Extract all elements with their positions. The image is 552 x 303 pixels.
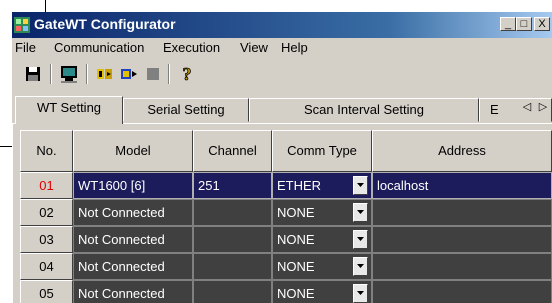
column-header-address[interactable]: Address <box>372 130 552 172</box>
connect-icon[interactable] <box>58 63 80 85</box>
annotation-leader-left <box>0 146 12 147</box>
comm-type-select[interactable]: NONE <box>272 226 372 253</box>
address-cell[interactable] <box>372 280 552 303</box>
toolbar-separator <box>86 64 88 84</box>
close-button[interactable]: X <box>534 17 550 31</box>
comm-type-value: NONE <box>277 205 315 220</box>
toolbar-separator <box>168 64 170 84</box>
comm-type-select[interactable]: NONE <box>272 199 372 226</box>
row-number[interactable]: 03 <box>20 226 73 253</box>
dropdown-button[interactable] <box>353 203 368 222</box>
chevron-down-icon <box>357 291 364 295</box>
dropdown-button[interactable] <box>353 257 368 276</box>
model-cell[interactable]: Not Connected <box>73 226 193 253</box>
chevron-down-icon <box>357 264 364 268</box>
row-number[interactable]: 05 <box>20 280 73 303</box>
chevron-down-icon <box>357 183 364 187</box>
tab-scroll-left-button[interactable]: ◁ <box>520 99 534 115</box>
column-header-model[interactable]: Model <box>73 130 193 172</box>
channel-cell[interactable] <box>193 199 272 226</box>
menu-execution[interactable]: Execution <box>163 40 220 55</box>
model-cell[interactable]: Not Connected <box>73 253 193 280</box>
comm-type-select[interactable]: ETHER <box>272 172 372 199</box>
menu-bar: File Communication Execution View Help <box>12 38 552 58</box>
comm-type-value: NONE <box>277 259 315 274</box>
channel-cell[interactable] <box>193 253 272 280</box>
model-cell[interactable]: WT1600 [6] <box>73 172 193 199</box>
minimize-button[interactable]: _ <box>500 17 516 31</box>
menu-communication[interactable]: Communication <box>54 40 144 55</box>
tab-serial-setting[interactable]: Serial Setting <box>123 98 249 122</box>
annotation-leader-top <box>45 0 46 12</box>
tab-scan-interval-setting[interactable]: Scan Interval Setting <box>249 98 479 122</box>
toolbar: ? <box>12 60 552 88</box>
stop-icon[interactable] <box>142 63 164 85</box>
column-header-channel[interactable]: Channel <box>193 130 272 172</box>
tab-strip: WT Setting Serial Setting Scan Interval … <box>12 96 552 124</box>
address-cell[interactable] <box>372 226 552 253</box>
column-header-no[interactable]: No. <box>20 130 73 172</box>
chevron-down-icon <box>357 210 364 214</box>
channel-cell[interactable] <box>193 226 272 253</box>
address-cell[interactable]: localhost <box>372 172 552 199</box>
model-cell[interactable]: Not Connected <box>73 199 193 226</box>
transfer-icon[interactable] <box>118 63 140 85</box>
comm-type-select[interactable]: NONE <box>272 280 372 303</box>
comm-type-value: NONE <box>277 286 315 301</box>
app-window: GateWT Configurator _ □ X File Communica… <box>12 12 552 303</box>
chevron-down-icon <box>357 237 364 241</box>
address-cell[interactable] <box>372 199 552 226</box>
model-cell[interactable]: Not Connected <box>73 280 193 303</box>
dropdown-button[interactable] <box>353 176 368 195</box>
comm-type-value: ETHER <box>277 178 322 193</box>
channel-cell[interactable] <box>193 280 272 303</box>
save-icon[interactable] <box>22 63 44 85</box>
comm-type-value: NONE <box>277 232 315 247</box>
row-number[interactable]: 01 <box>20 172 73 199</box>
tab-scroll-right-button[interactable]: ▷ <box>536 99 550 115</box>
channel-cell[interactable]: 251 <box>193 172 272 199</box>
row-number[interactable]: 02 <box>20 199 73 226</box>
comm-type-select[interactable]: NONE <box>272 253 372 280</box>
dropdown-button[interactable] <box>353 230 368 249</box>
menu-help[interactable]: Help <box>281 40 308 55</box>
window-title: GateWT Configurator <box>34 16 176 32</box>
svg-text:?: ? <box>183 64 192 84</box>
title-bar[interactable]: GateWT Configurator _ □ X <box>12 12 552 38</box>
app-icon <box>14 17 30 33</box>
tab-wt-setting[interactable]: WT Setting <box>15 96 123 124</box>
start-icon[interactable] <box>94 63 116 85</box>
maximize-button[interactable]: □ <box>516 17 532 31</box>
address-cell[interactable] <box>372 253 552 280</box>
menu-view[interactable]: View <box>240 40 268 55</box>
row-number[interactable]: 04 <box>20 253 73 280</box>
column-header-comm-type[interactable]: Comm Type <box>272 130 372 172</box>
toolbar-separator <box>50 64 52 84</box>
menu-file[interactable]: File <box>15 40 36 55</box>
wt-settings-grid: No. Model Channel Comm Type Address 01 W… <box>20 130 552 303</box>
dropdown-button[interactable] <box>353 284 368 303</box>
help-icon[interactable]: ? <box>176 63 198 85</box>
